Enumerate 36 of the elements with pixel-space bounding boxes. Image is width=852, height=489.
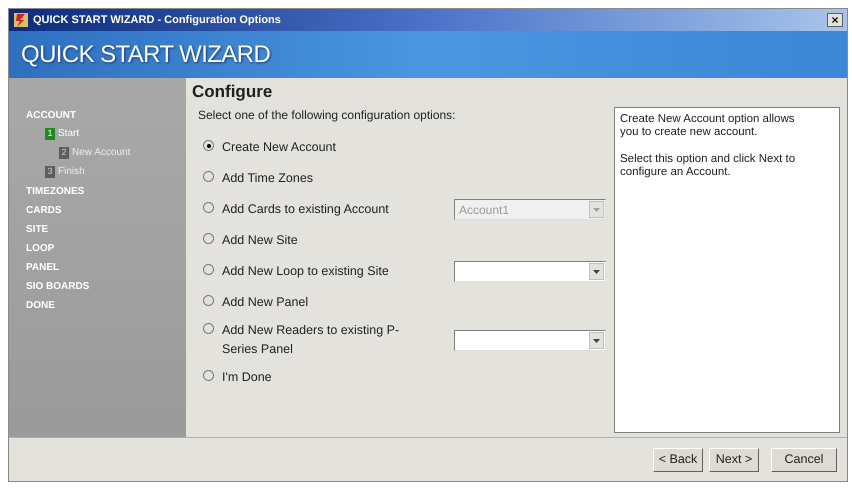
help-text: Select this option and click Next to configure an Account.	[620, 153, 796, 179]
dropdown-field[interactable]	[454, 261, 606, 282]
radio-option[interactable]: Add New Site	[203, 231, 433, 250]
section-heading: Configure	[192, 81, 274, 103]
sidebar-step[interactable]: 3 Finish	[26, 162, 186, 181]
radio-button[interactable]	[203, 323, 214, 334]
dropdown-value: Account1	[459, 202, 510, 216]
radio-button[interactable]	[203, 202, 214, 214]
radio-option[interactable]: Create New Account	[203, 138, 433, 157]
wizard-button[interactable]: < Back	[653, 448, 703, 472]
radio-option[interactable]: Add Time Zones	[203, 169, 433, 188]
dropdown-arrow-icon	[589, 332, 604, 348]
close-button[interactable]: ×	[827, 13, 843, 27]
app-logo-icon	[13, 12, 29, 28]
wizard-button[interactable]: Next >	[709, 448, 759, 472]
radio-button[interactable]	[203, 264, 214, 276]
instruction-text: Select one of the following configuration options:	[198, 107, 457, 124]
radio-option[interactable]: I'm Done	[203, 368, 433, 387]
radio-option[interactable]: Add New Loop to existing Site	[203, 262, 433, 281]
window-title: QUICK START WIZARD - Configuration Options	[33, 12, 281, 28]
dropdown-arrow-icon	[589, 263, 604, 280]
sidebar-step[interactable]: 2 New Account	[26, 143, 186, 162]
sidebar-step[interactable]: 1 Start	[26, 124, 186, 143]
dropdown-arrow-icon	[589, 201, 604, 218]
radio-button[interactable]	[203, 233, 214, 244]
radio-button[interactable]	[203, 171, 214, 182]
radio-option[interactable]: Add Cards to existing Account	[203, 200, 433, 219]
radio-option[interactable]: Add New Panel	[203, 293, 433, 312]
radio-option[interactable]: Add New Readers to existing P-Series Panel	[203, 321, 433, 359]
radio-button[interactable]	[203, 140, 214, 152]
radio-button[interactable]	[203, 370, 214, 382]
dropdown-field[interactable]	[454, 330, 606, 350]
help-text: Create New Account option allows you to create new account.	[620, 113, 796, 139]
banner-title: QUICK START WIZARD	[21, 40, 270, 70]
radio-button[interactable]	[203, 295, 214, 306]
wizard-button[interactable]: Cancel	[771, 448, 837, 472]
